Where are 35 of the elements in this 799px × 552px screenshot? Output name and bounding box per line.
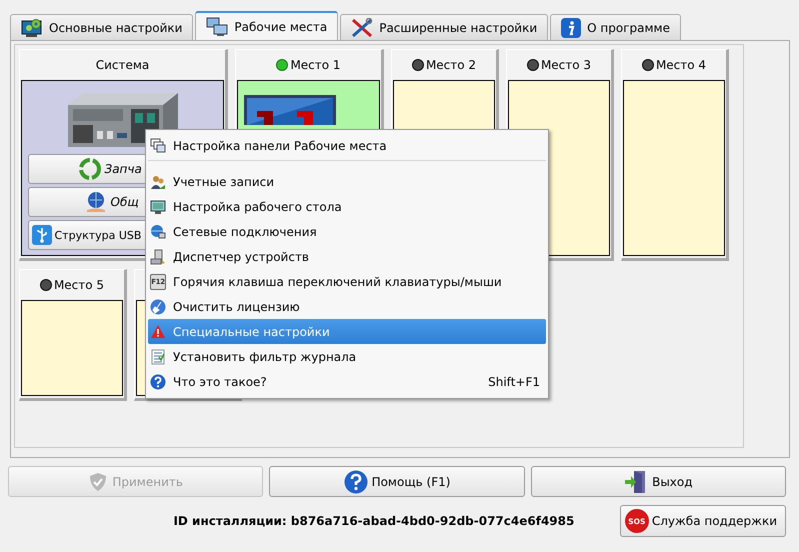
help-icon bbox=[344, 470, 368, 494]
users-icon bbox=[150, 174, 166, 190]
menu-item[interactable]: Что это такое? Shift+F1 bbox=[148, 369, 546, 394]
menu-item[interactable]: Установить фильтр журнала bbox=[148, 344, 546, 369]
menu-item[interactable]: Специальные настройки bbox=[148, 319, 546, 344]
screwdriver-wrench-icon bbox=[351, 18, 374, 38]
computers-icon bbox=[206, 16, 228, 36]
broom-icon bbox=[150, 298, 166, 314]
warning-icon bbox=[150, 324, 166, 340]
workstation-name: Место 2 bbox=[412, 58, 476, 72]
menu-item[interactable]: Настройка панели Рабочие места bbox=[148, 132, 546, 161]
monitor-gear-icon bbox=[21, 18, 43, 38]
network-globe-icon bbox=[150, 224, 166, 240]
footer-button[interactable]: Выход bbox=[530, 466, 786, 497]
workstation-name: Место 5 bbox=[40, 278, 104, 292]
tab[interactable]: Расширенные настройки bbox=[340, 14, 548, 40]
checklist-icon bbox=[150, 348, 166, 364]
usb-icon bbox=[32, 225, 52, 245]
windows-stack-icon bbox=[150, 138, 166, 154]
shield-check-icon bbox=[88, 472, 108, 492]
globe-hand-icon bbox=[84, 191, 106, 213]
card-title: Система bbox=[94, 57, 150, 74]
workstation-name: Место 3 bbox=[526, 58, 592, 72]
monitor-icon bbox=[150, 198, 166, 214]
workstation-name: Место 1 bbox=[276, 58, 341, 72]
installation-id: ID инсталляции: b876a716-abad-4bd0-92db-077c4e6f4985 bbox=[172, 514, 576, 528]
workstation-name: Место 4 bbox=[642, 58, 706, 72]
computer-tower-icon bbox=[150, 248, 166, 264]
tab[interactable]: Рабочие места bbox=[195, 11, 338, 40]
menu-item[interactable]: Очистить лицензию bbox=[148, 294, 546, 319]
footer-button[interactable]: Помощь (F1) bbox=[269, 466, 525, 497]
help-icon bbox=[150, 374, 166, 390]
tab[interactable]: О программе bbox=[550, 14, 681, 40]
tab[interactable]: Основные настройки bbox=[10, 14, 194, 40]
info-icon bbox=[561, 18, 582, 38]
